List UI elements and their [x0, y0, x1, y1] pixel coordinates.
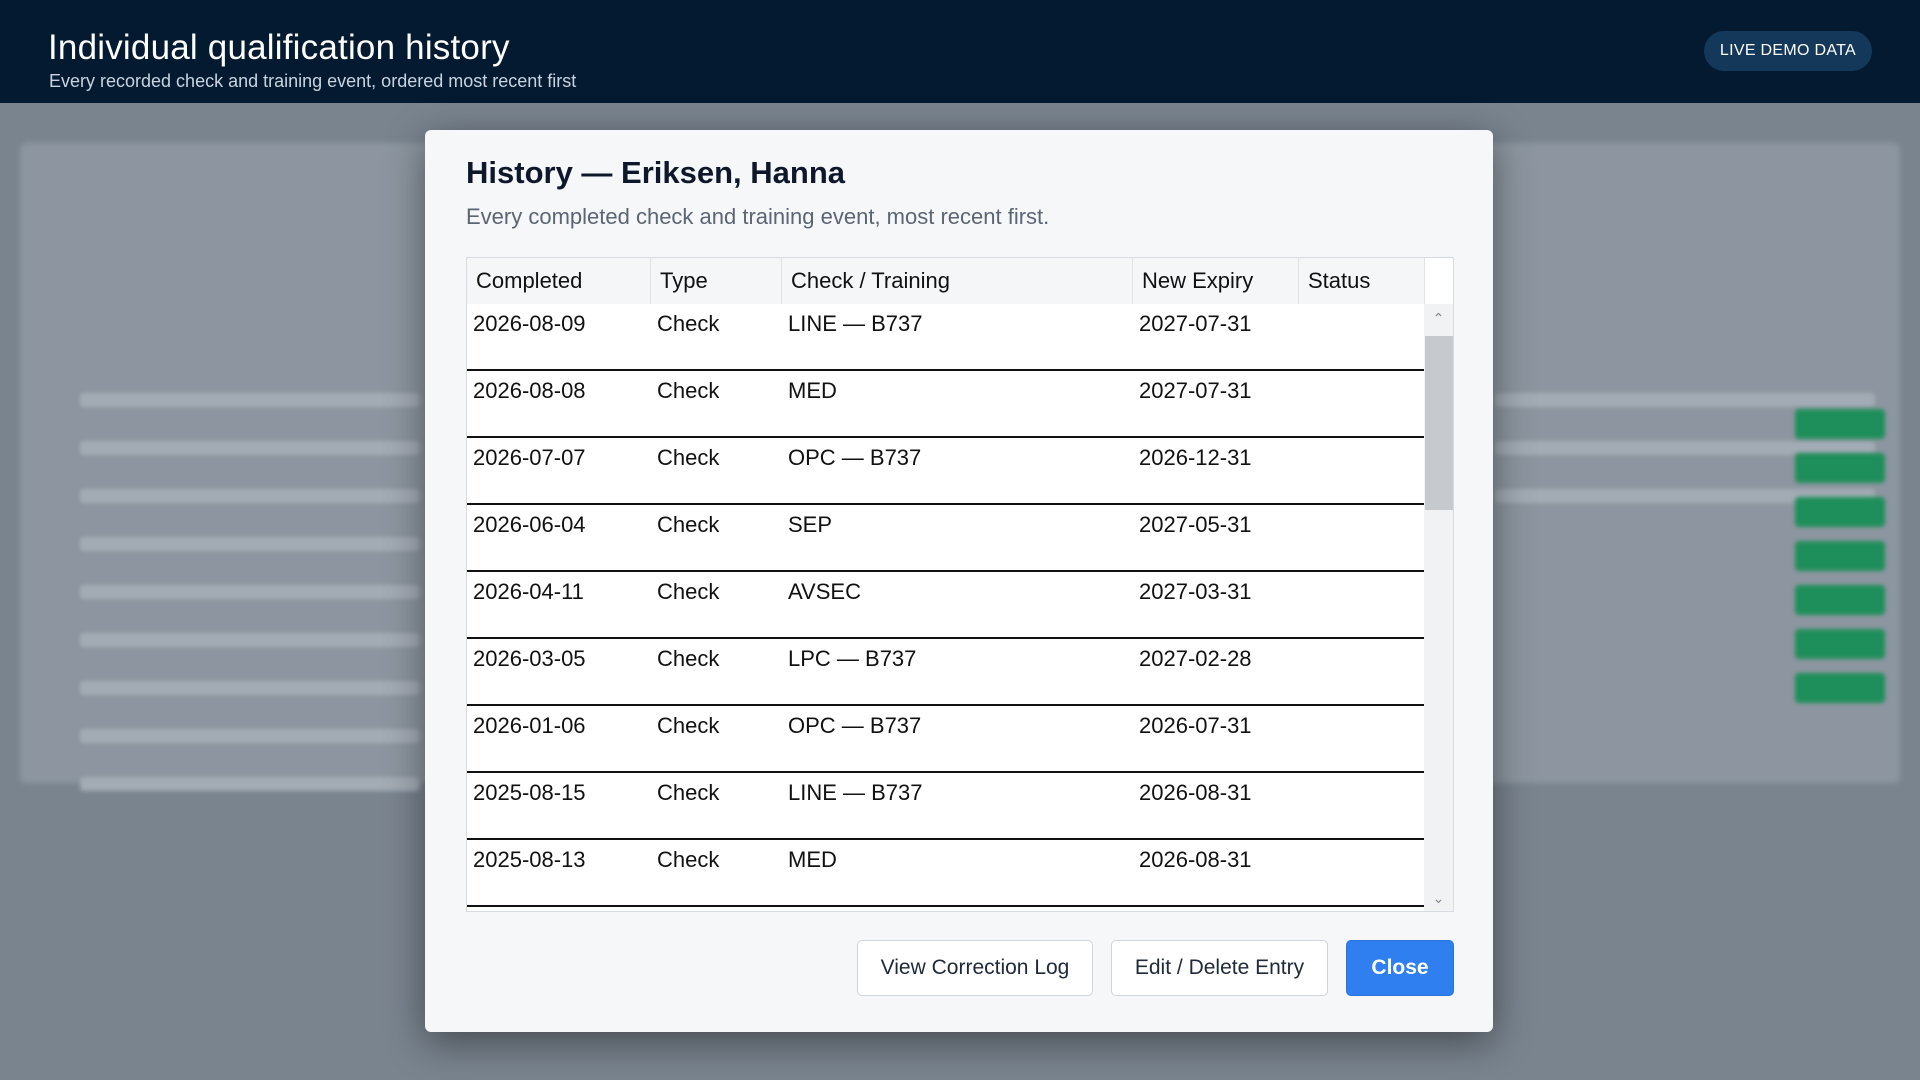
background-status-pill: [1795, 585, 1885, 615]
cell-check: LINE — B737: [788, 311, 923, 336]
cell-expiry: 2026-12-31: [1139, 445, 1252, 470]
table-row[interactable]: 2026-08-08 Check MED 2027-07-31: [467, 371, 1425, 438]
cell-type: Check: [657, 445, 720, 470]
cell-check: OPC — B737: [788, 445, 922, 470]
cell-expiry: 2027-05-31: [1139, 512, 1252, 537]
column-header-type[interactable]: Type: [651, 258, 782, 304]
scroll-up-icon[interactable]: ⌃: [1424, 306, 1453, 330]
cell-completed: 2026-04-11: [473, 579, 584, 604]
cell-check: SEP: [788, 512, 833, 537]
table-row[interactable]: 2025-08-13 Check MED 2026-08-31: [467, 840, 1425, 907]
column-header-status[interactable]: Status: [1299, 258, 1425, 304]
view-correction-log-button[interactable]: View Correction Log: [857, 940, 1093, 996]
cell-status: [1299, 840, 1425, 905]
table-scrollbar[interactable]: ⌃ ⌄: [1424, 304, 1453, 911]
cell-expiry: 2027-07-31: [1139, 378, 1252, 403]
background-row: [80, 393, 420, 407]
cell-type: Check: [657, 713, 720, 738]
column-header-check-training[interactable]: Check / Training: [782, 258, 1133, 304]
cell-completed: 2026-08-09: [473, 311, 586, 336]
table-row[interactable]: 2026-04-11 Check AVSEC 2027-03-31: [467, 572, 1425, 639]
cell-check: OPC — B737: [788, 713, 922, 738]
background-status-pill: [1795, 629, 1885, 659]
cell-completed: 2026-01-06: [473, 713, 586, 738]
table-row[interactable]: 2026-08-09 Check LINE — B737 2027-07-31: [467, 304, 1425, 371]
cell-expiry: 2026-08-31: [1139, 847, 1252, 872]
background-status-pill: [1795, 497, 1885, 527]
cell-completed: 2026-06-04: [473, 512, 586, 537]
history-table: Completed Type Check / Training New Expi…: [466, 257, 1454, 912]
cell-expiry: 2027-07-31: [1139, 311, 1252, 336]
background-status-pill: [1795, 673, 1885, 703]
background-row: [80, 585, 420, 599]
table-header: Completed Type Check / Training New Expi…: [467, 258, 1425, 304]
edit-delete-entry-button[interactable]: Edit / Delete Entry: [1111, 940, 1328, 996]
cell-completed: 2026-08-08: [473, 378, 586, 403]
scrollbar-thumb[interactable]: [1425, 336, 1453, 510]
scroll-down-icon[interactable]: ⌄: [1424, 886, 1453, 910]
close-button[interactable]: Close: [1346, 940, 1454, 996]
background-row: [80, 777, 420, 791]
live-demo-badge: LIVE DEMO DATA: [1703, 31, 1872, 71]
modal-subtitle: Every completed check and training event…: [466, 204, 1050, 229]
background-row: [80, 441, 420, 455]
cell-status: [1299, 505, 1425, 570]
background-status-pill: [1795, 409, 1885, 439]
history-modal: History — Eriksen, Hanna Every completed…: [425, 130, 1493, 1032]
cell-status: [1299, 639, 1425, 704]
background-row: [80, 729, 420, 743]
top-header: Individual qualification history Every r…: [0, 0, 1920, 103]
table-row[interactable]: 2026-06-04 Check SEP 2027-05-31: [467, 505, 1425, 572]
cell-completed: 2025-08-15: [473, 780, 586, 805]
cell-type: Check: [657, 780, 720, 805]
cell-expiry: 2027-02-28: [1139, 646, 1252, 671]
cell-completed: 2026-03-05: [473, 646, 586, 671]
cell-check: AVSEC: [788, 579, 861, 604]
cell-completed: 2026-07-07: [473, 445, 586, 470]
page-title: Individual qualification history: [48, 28, 510, 67]
background-row: [80, 537, 420, 551]
background-status-pill: [1795, 453, 1885, 483]
cell-status: [1299, 706, 1425, 771]
background-row: [1495, 393, 1875, 407]
cell-status: [1299, 371, 1425, 436]
cell-status: [1299, 773, 1425, 838]
cell-status: [1299, 572, 1425, 637]
background-row: [80, 489, 420, 503]
background-row: [80, 681, 420, 695]
cell-type: Check: [657, 579, 720, 604]
table-row[interactable]: 2026-03-05 Check LPC — B737 2027-02-28: [467, 639, 1425, 706]
background-status-pill: [1795, 541, 1885, 571]
cell-type: Check: [657, 378, 720, 403]
cell-completed: 2025-08-13: [473, 847, 586, 872]
table-row[interactable]: 2026-07-07 Check OPC — B737 2026-12-31: [467, 438, 1425, 505]
cell-check: LPC — B737: [788, 646, 917, 671]
table-row[interactable]: 2025-08-15 Check LINE — B737 2026-08-31: [467, 773, 1425, 840]
cell-type: Check: [657, 512, 720, 537]
background-row: [80, 633, 420, 647]
cell-check: MED: [788, 378, 837, 403]
cell-status: [1299, 438, 1425, 503]
table-body: 2026-08-09 Check LINE — B737 2027-07-31 …: [467, 304, 1425, 911]
cell-type: Check: [657, 646, 720, 671]
cell-expiry: 2027-03-31: [1139, 579, 1252, 604]
cell-status: [1299, 304, 1425, 369]
cell-check: LINE — B737: [788, 780, 923, 805]
page-subtitle: Every recorded check and training event,…: [49, 71, 577, 91]
cell-expiry: 2026-08-31: [1139, 780, 1252, 805]
cell-type: Check: [657, 311, 720, 336]
column-header-completed[interactable]: Completed: [467, 258, 651, 304]
cell-expiry: 2026-07-31: [1139, 713, 1252, 738]
modal-title: History — Eriksen, Hanna: [466, 155, 846, 190]
cell-check: MED: [788, 847, 837, 872]
column-header-new-expiry[interactable]: New Expiry: [1133, 258, 1299, 304]
cell-type: Check: [657, 847, 720, 872]
table-row[interactable]: 2026-01-06 Check OPC — B737 2026-07-31: [467, 706, 1425, 773]
